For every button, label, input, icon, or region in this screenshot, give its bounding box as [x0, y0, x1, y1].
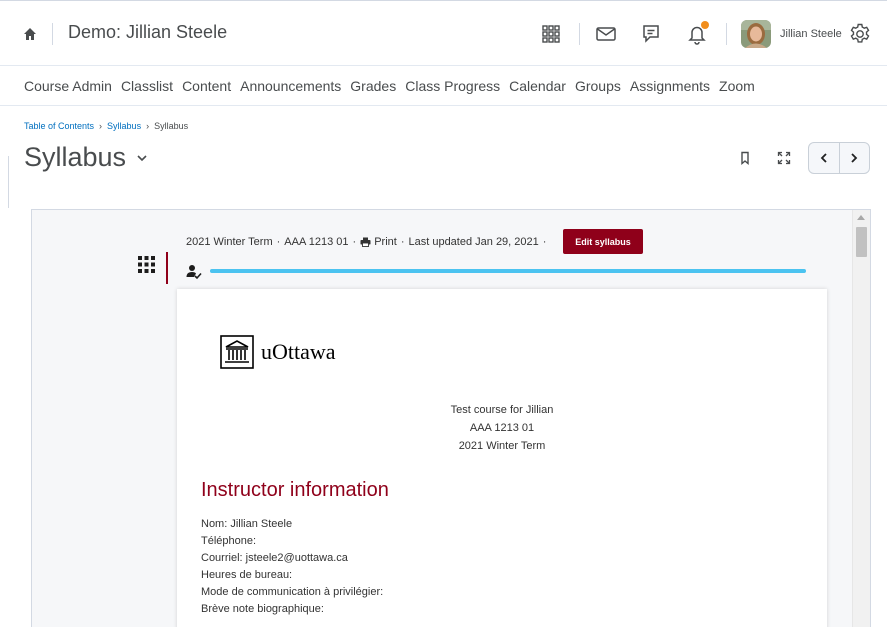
meta-separator: · [352, 236, 357, 248]
breadcrumb-separator: › [146, 121, 150, 131]
section-heading-instructor: Instructor information [201, 479, 389, 501]
meta-separator: · [542, 236, 547, 248]
syllabus-progress-fill [210, 269, 806, 273]
info-bio: Brève note biographique: [201, 603, 324, 615]
nav-item-classlist[interactable]: Classlist [121, 78, 173, 94]
info-email: Courriel: jsteele2@uottawa.ca [201, 552, 348, 564]
syllabus-progress-bar [210, 269, 806, 273]
nav-item-grades[interactable]: Grades [350, 78, 396, 94]
instructor-info-list: Nom: Jillian Steele Téléphone: Courriel:… [201, 516, 383, 618]
breadcrumb: Table of Contents › Syllabus › Syllabus [24, 121, 188, 131]
syllabus-meta: 2021 Winter Term · AAA 1213 01 · Print ·… [186, 236, 546, 248]
chevron-right-icon [851, 153, 858, 163]
university-logo-icon [220, 335, 254, 369]
previous-topic-button[interactable] [809, 143, 839, 173]
user-name[interactable]: Jillian Steele [780, 28, 842, 40]
university-logo: uOttawa [219, 334, 336, 370]
home-icon[interactable] [20, 24, 40, 44]
last-updated: Last updated Jan 29, 2021 [408, 236, 539, 248]
topic-pager [808, 142, 870, 174]
gear-icon[interactable] [847, 21, 873, 47]
section-marker [166, 252, 168, 284]
printer-icon [360, 237, 371, 247]
edit-syllabus-button[interactable]: Edit syllabus [563, 229, 643, 254]
header-divider [579, 23, 580, 45]
meta-separator: · [400, 236, 405, 248]
nav-item-course-admin[interactable]: Course Admin [24, 78, 112, 94]
breadcrumb-current: Syllabus [154, 121, 189, 131]
nav-item-zoom[interactable]: Zoom [719, 78, 755, 94]
app-grid-icon[interactable] [538, 21, 564, 47]
scroll-thumb[interactable] [856, 227, 867, 257]
mail-icon[interactable] [593, 21, 619, 47]
left-rail [8, 156, 11, 208]
syllabus-course-code: AAA 1213 01 [284, 236, 349, 248]
course-navbar: Course Admin Classlist Content Announcem… [0, 66, 887, 106]
chevron-left-icon [820, 153, 827, 163]
breadcrumb-syllabus-module[interactable]: Syllabus [107, 121, 141, 131]
info-communication: Mode de communication à privilégier: [201, 586, 384, 598]
grid-dots-icon[interactable] [138, 256, 155, 273]
course-code: AAA 1213 01 [469, 422, 535, 434]
page-title: Syllabus [24, 142, 127, 172]
chevron-down-icon [137, 154, 147, 161]
nav-item-calendar[interactable]: Calendar [509, 78, 566, 94]
nav-item-assignments[interactable]: Assignments [630, 78, 710, 94]
syllabus-frame: 2021 Winter Term · AAA 1213 01 · Print ·… [31, 209, 871, 627]
bell-icon[interactable] [684, 21, 710, 47]
page-title-dropdown[interactable]: Syllabus [24, 142, 148, 173]
nav-item-groups[interactable]: Groups [575, 78, 621, 94]
syllabus-document: uOttawa Test course for Jillian AAA 1213… [177, 289, 827, 627]
frame-scrollbar[interactable] [852, 210, 870, 627]
fullscreen-icon[interactable] [774, 148, 794, 168]
scroll-up-arrow[interactable] [857, 215, 865, 220]
next-topic-button[interactable] [838, 143, 870, 173]
print-link[interactable]: Print [360, 236, 397, 248]
university-logo-text: uOttawa [261, 339, 336, 364]
info-phone: Téléphone: [201, 535, 257, 547]
header-divider [52, 23, 53, 45]
meta-separator: · [276, 236, 281, 248]
info-name: Nom: Jillian Steele [201, 518, 293, 530]
chat-icon[interactable] [638, 21, 664, 47]
nav-item-announcements[interactable]: Announcements [240, 78, 341, 94]
course-term: 2021 Winter Term [458, 440, 546, 452]
avatar[interactable] [741, 20, 771, 48]
person-check-icon [186, 264, 202, 280]
org-title[interactable]: Demo: Jillian Steele [68, 22, 227, 43]
course-name: Test course for Jillian [450, 404, 554, 416]
header-divider [726, 23, 727, 45]
nav-item-content[interactable]: Content [182, 78, 231, 94]
syllabus-term: 2021 Winter Term [186, 236, 273, 248]
breadcrumb-separator: › [99, 121, 103, 131]
info-office-hours: Heures de bureau: [201, 569, 293, 581]
bookmark-icon[interactable] [735, 148, 755, 168]
top-header: Demo: Jillian Steele Jillian Steele [0, 0, 887, 66]
notification-badge [701, 21, 709, 29]
course-info-block: Test course for Jillian AAA 1213 01 2021… [177, 401, 827, 455]
nav-item-class-progress[interactable]: Class Progress [405, 78, 500, 94]
breadcrumb-table-of-contents[interactable]: Table of Contents [24, 121, 94, 131]
print-label: Print [374, 236, 397, 248]
